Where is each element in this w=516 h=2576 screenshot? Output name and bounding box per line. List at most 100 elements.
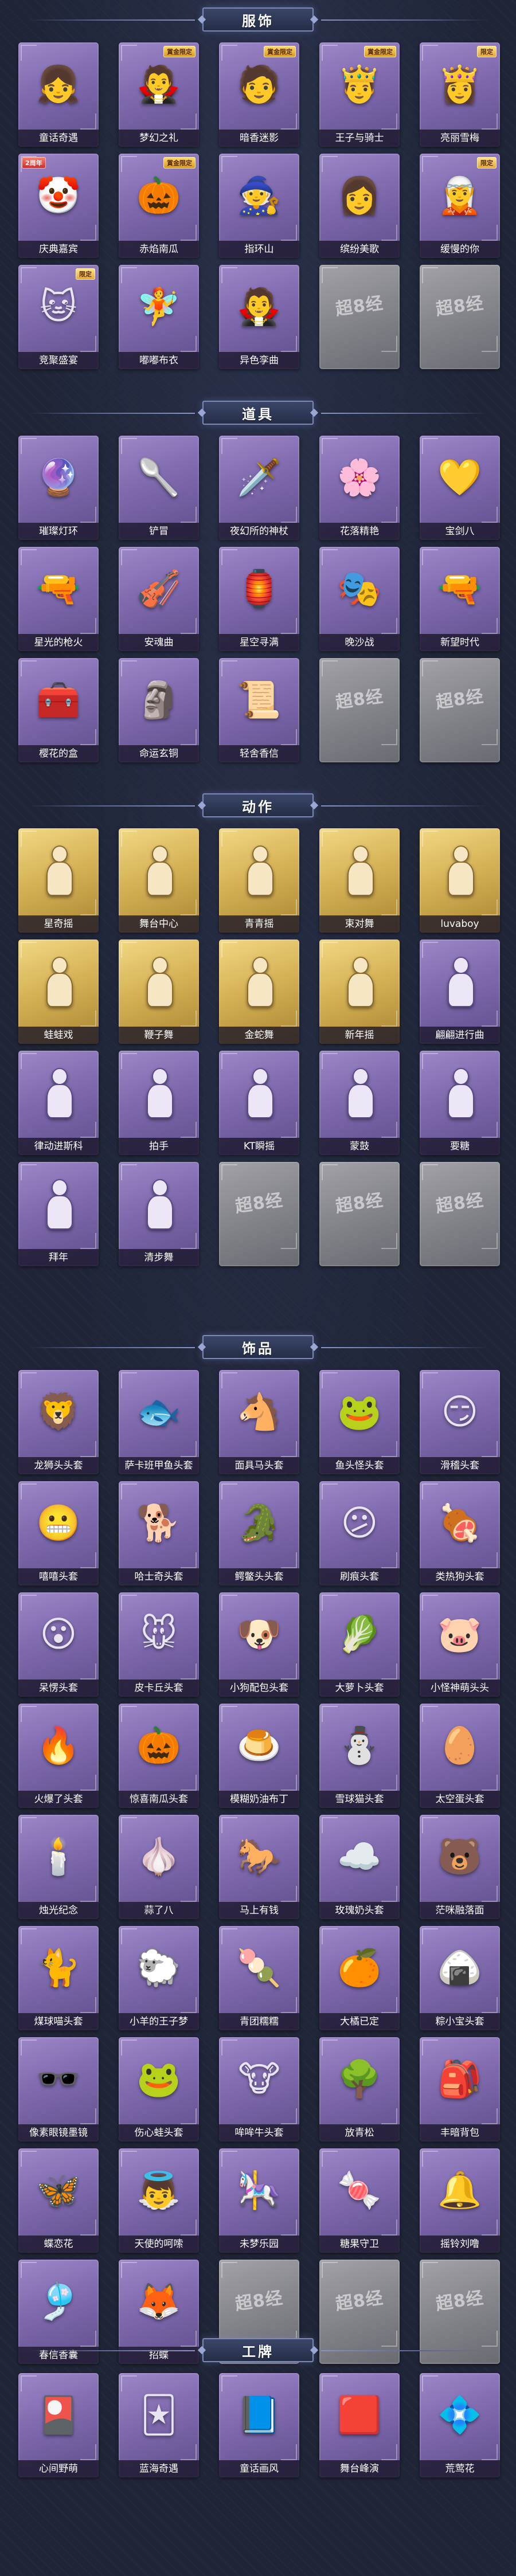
item-card[interactable]: 🐕 哈士奇头套 — [119, 1481, 199, 1585]
item-card[interactable]: 要糖 — [420, 1051, 500, 1155]
item-card[interactable]: 🧄 蒜了八 — [119, 1815, 199, 1919]
item-card[interactable]: ☁️ 玫瑰奶头套 — [319, 1815, 400, 1919]
item-card[interactable]: 星奇摇 — [18, 828, 99, 933]
locked-item-card[interactable]: 超8经 — [319, 265, 400, 369]
item-card[interactable]: 🗡️ 夜幻所的神杖 — [219, 436, 299, 540]
item-card[interactable]: 😏 滑稽头套 — [420, 1370, 500, 1474]
item-card[interactable]: 👼 天使的呵嗦 — [119, 2148, 199, 2253]
locked-item-card[interactable]: 超8经 — [420, 658, 500, 762]
item-card[interactable]: 🐊 鳄鳖头头套 — [219, 1481, 299, 1585]
item-card[interactable]: 🎠 未梦乐园 — [219, 2148, 299, 2253]
item-card[interactable]: 🐈 煤球喵头套 — [18, 1926, 99, 2030]
item-card[interactable]: 💛 宝剑八 — [420, 436, 500, 540]
item-card[interactable]: 💠 荒莺花 — [420, 2373, 500, 2477]
item-card[interactable]: 🍬 糖果守卫 — [319, 2148, 400, 2253]
item-card[interactable]: 🎃 惊喜南瓜头套 — [119, 1704, 199, 1808]
item-card[interactable]: 鞭子舞 — [119, 939, 199, 1044]
item-card[interactable]: 🐻 茫咪融落面 — [420, 1815, 500, 1919]
item-card[interactable]: 👩 缤纷美歌 — [319, 154, 400, 258]
item-card[interactable]: 🔥 火爆了头套 — [18, 1704, 99, 1808]
item-card[interactable]: 🐴 面具马头套 — [219, 1370, 299, 1474]
item-card[interactable]: 🔫 新望时代 — [420, 547, 500, 651]
item-card[interactable]: 🐶 小狗配包头套 — [219, 1592, 299, 1697]
pose-icon — [432, 950, 487, 1013]
item-card[interactable]: 🌸 花落精艳 — [319, 436, 400, 540]
item-card[interactable]: 🐱 限定 竞聚盛宴 — [18, 265, 99, 369]
item-card[interactable]: 🍊 大橘已定 — [319, 1926, 400, 2030]
item-card[interactable]: 🔫 星光的枪火 — [18, 547, 99, 651]
item-card[interactable]: 青青摇 — [219, 828, 299, 933]
item-card[interactable]: 🍮 模糊奶油布丁 — [219, 1704, 299, 1808]
item-card[interactable]: 📘 童话画风 — [219, 2373, 299, 2477]
item-card[interactable]: 束对舞 — [319, 828, 400, 933]
item-card[interactable]: 👸 限定 亮丽雪梅 — [420, 42, 500, 147]
locked-item-card[interactable]: 超8经 — [219, 1162, 299, 1266]
item-card[interactable]: 🐷 小怪神萌头头 — [420, 1592, 500, 1697]
item-card[interactable]: 🍙 粽小宝头套 — [420, 1926, 500, 2030]
item-card[interactable]: 拍手 — [119, 1051, 199, 1155]
item-card[interactable]: 🟥 舞台峰演 — [319, 2373, 400, 2477]
item-card[interactable]: 🐑 小羊的王子梦 — [119, 1926, 199, 2030]
item-card[interactable]: 🌳 放青松 — [319, 2037, 400, 2142]
item-card[interactable]: 🐭 皮卡丘头套 — [119, 1592, 199, 1697]
locked-item-card[interactable]: 超8经 — [420, 265, 500, 369]
item-card[interactable]: 👧 童话奇遇 — [18, 42, 99, 147]
item-card[interactable]: 🦁 龙狮头头套 — [18, 1370, 99, 1474]
locked-item-card[interactable]: 超8经 — [420, 1162, 500, 1266]
item-card[interactable]: 律动进斯科 — [18, 1051, 99, 1155]
item-card[interactable]: 翩翩进行曲 — [420, 939, 500, 1044]
item-card[interactable]: 🕯️ 烛光纪念 — [18, 1815, 99, 1919]
item-card[interactable]: 🧛 异色孪曲 — [219, 265, 299, 369]
item-card[interactable]: 😬 嘻嘻头套 — [18, 1481, 99, 1585]
item-card[interactable]: ⛄ 雪球猫头套 — [319, 1704, 400, 1808]
item-card[interactable]: 📜 轻舍香信 — [219, 658, 299, 762]
item-card[interactable]: 拜年 — [18, 1162, 99, 1266]
item-card[interactable]: 🔮 璀璨灯环 — [18, 436, 99, 540]
item-card[interactable]: 新年摇 — [319, 939, 400, 1044]
item-card[interactable]: 🥄 铲冒 — [119, 436, 199, 540]
item-card[interactable]: 🎻 安魂曲 — [119, 547, 199, 651]
item-card[interactable]: 🎭 晚沙战 — [319, 547, 400, 651]
item-card[interactable]: 🎒 丰暗背包 — [420, 2037, 500, 2142]
item-card[interactable]: 🧝 限定 缓慢的你 — [420, 154, 500, 258]
item-card[interactable]: 🔔 摇铃刘噜 — [420, 2148, 500, 2253]
item-card[interactable]: 舞台中心 — [119, 828, 199, 933]
item-card[interactable]: 🥬 大萝卜头套 — [319, 1592, 400, 1697]
item-card[interactable]: 🧰 樱花的盒 — [18, 658, 99, 762]
item-card[interactable]: luvaboy — [420, 828, 500, 933]
locked-item-card[interactable]: 超8经 — [319, 1162, 400, 1266]
item-card[interactable]: 😕 刷痕头套 — [319, 1481, 400, 1585]
item-card[interactable]: 🎴 心间野萌 — [18, 2373, 99, 2477]
item-card[interactable]: 金蛇舞 — [219, 939, 299, 1044]
item-card[interactable]: 🐸 伤心蛙头套 — [119, 2037, 199, 2142]
item-card[interactable]: 🕶️ 像素眼镜墨镜 — [18, 2037, 99, 2142]
item-card[interactable]: 🏮 星空寻满 — [219, 547, 299, 651]
divider — [29, 19, 195, 21]
item-card[interactable]: 清步舞 — [119, 1162, 199, 1266]
item-card[interactable]: 🃏 蓝海奇遇 — [119, 2373, 199, 2477]
item-card[interactable]: 🤴 賞金限定 王子与骑士 — [319, 42, 400, 147]
item-card[interactable]: 🍖 类热狗头套 — [420, 1481, 500, 1585]
item-card[interactable]: 🐟 萨卡班甲鱼头套 — [119, 1370, 199, 1474]
item-card[interactable]: 🐎 马上有钱 — [219, 1815, 299, 1919]
item-card[interactable]: 🥚 太空蛋头套 — [420, 1704, 500, 1808]
item-card[interactable]: 😮 呆愣头套 — [18, 1592, 99, 1697]
item-card[interactable]: 🧙 指环山 — [219, 154, 299, 258]
item-name: 刷痕头套 — [319, 1568, 400, 1585]
item-card[interactable]: 🐸 鱼头怪头套 — [319, 1370, 400, 1474]
item-card[interactable]: 🐮 哞哞牛头套 — [219, 2037, 299, 2142]
locked-item-card[interactable]: 超8经 — [319, 658, 400, 762]
item-card[interactable]: 🗿 命运玄铜 — [119, 658, 199, 762]
item-card[interactable]: 🧛 賞金限定 梦幻之礼 — [119, 42, 199, 147]
item-card[interactable]: 🎃 賞金限定 赤焰南瓜 — [119, 154, 199, 258]
item-card[interactable]: KT瞬摇 — [219, 1051, 299, 1155]
item-card[interactable]: 蒙鼓 — [319, 1051, 400, 1155]
item-card[interactable]: 🧑 賞金限定 暗香迷影 — [219, 42, 299, 147]
item-card[interactable]: 🧚 嘟嘟布衣 — [119, 265, 199, 369]
item-card[interactable]: 🤡 2周年 庆典嘉宾 — [18, 154, 99, 258]
item-card[interactable]: 🦋 蝶恋花 — [18, 2148, 99, 2253]
item-card[interactable]: 🍡 青团糯糯 — [219, 1926, 299, 2030]
item-card[interactable]: 蛙蛙戏 — [18, 939, 99, 1044]
item-name: 玫瑰奶头套 — [319, 1902, 400, 1919]
card-frame-corner — [482, 113, 498, 130]
